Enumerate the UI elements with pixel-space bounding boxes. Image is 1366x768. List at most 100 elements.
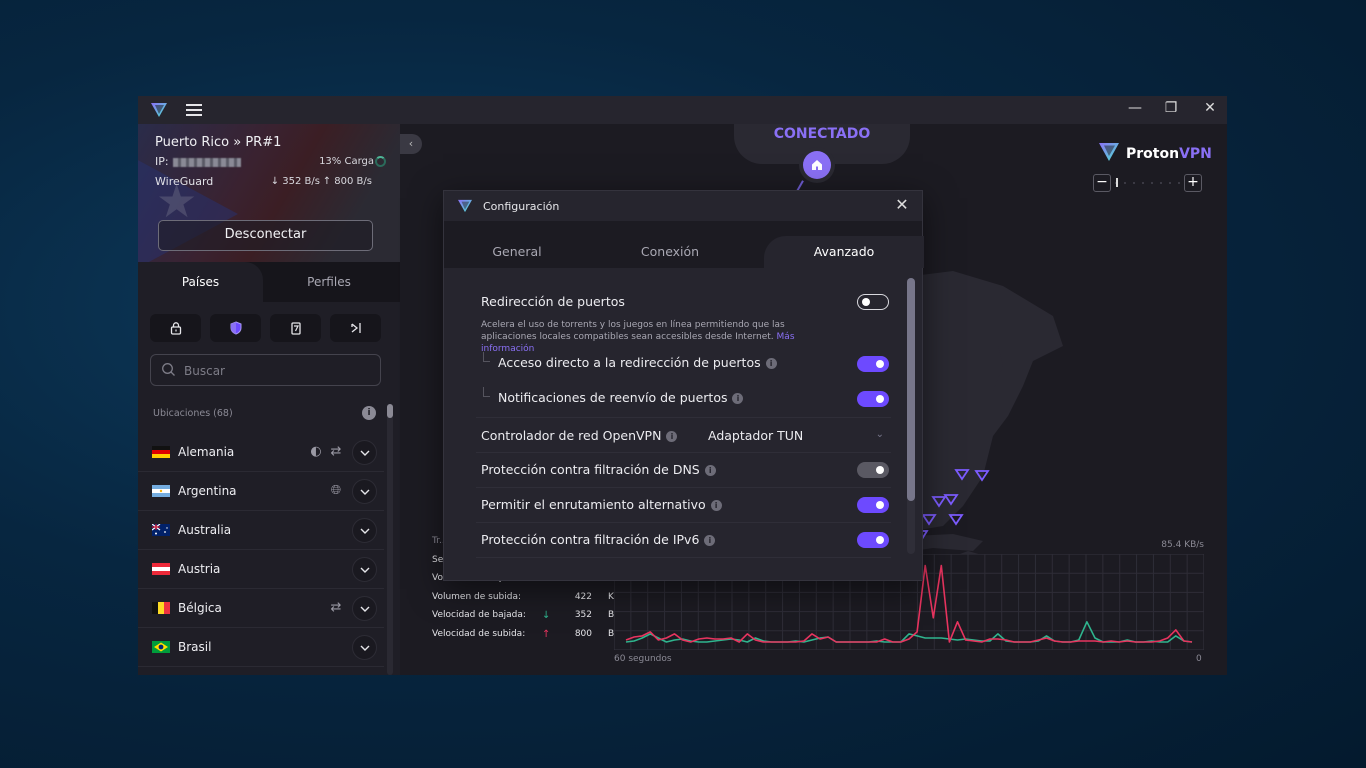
lock-icon <box>170 322 181 335</box>
port-forwarding-notifications-toggle[interactable] <box>857 391 889 407</box>
tor-icon <box>350 323 361 333</box>
country-row[interactable]: Australia <box>138 511 384 550</box>
feature-filters <box>150 314 382 342</box>
chart-xlabel-left: 60 segundos <box>614 654 672 664</box>
sidebar: ★ Puerto Rico » PR#1 IP: 13% Carga WireG… <box>138 124 400 675</box>
settings-scrollbar[interactable] <box>907 278 915 554</box>
country-row[interactable]: Alemania ◐ ⇄ <box>138 433 384 472</box>
info-icon[interactable]: i <box>765 358 777 369</box>
country-name: Bélgica <box>178 601 222 615</box>
country-row[interactable]: Argentina 🌐︎ <box>138 472 384 511</box>
tab-advanced[interactable]: Avanzado <box>764 236 924 268</box>
openvpn-driver-select[interactable]: Adaptador TUN ⌄ <box>708 423 888 449</box>
search-input[interactable]: Buscar <box>150 354 381 386</box>
info-icon[interactable]: i <box>666 431 678 442</box>
zoom-out-button[interactable]: − <box>1093 174 1111 192</box>
filter-tor-button[interactable] <box>330 314 381 342</box>
dialog-title: Configuración <box>483 200 560 213</box>
ip-redacted <box>172 157 241 167</box>
expand-chevron-icon[interactable] <box>352 557 377 582</box>
close-dialog-button[interactable]: ✕ <box>892 195 912 215</box>
server-name: Puerto Rico » PR#1 <box>155 135 282 150</box>
download-speed: ↓ 352 B/s <box>270 176 320 187</box>
setting-port-forwarding: Redirección de puertos Acelera el uso de… <box>476 282 891 354</box>
tab-general[interactable]: General <box>444 236 590 268</box>
map-zoom-control: − + <box>1093 174 1203 194</box>
zoom-level-marker[interactable] <box>1116 178 1118 187</box>
country-row[interactable]: Austria <box>138 550 384 589</box>
info-icon[interactable]: i <box>704 535 716 546</box>
country-row[interactable]: Brasil <box>138 628 384 667</box>
tab-connection[interactable]: Conexión <box>590 236 750 268</box>
close-window-button[interactable]: ✕ <box>1196 100 1224 120</box>
info-icon[interactable]: i <box>704 465 716 476</box>
protonvpn-brand: ProtonVPN <box>1098 142 1212 162</box>
select-value: Adaptador TUN <box>708 428 804 443</box>
zoom-track[interactable] <box>1115 182 1183 184</box>
flag-belgium-icon <box>152 602 170 614</box>
landmass-asia <box>913 271 1063 531</box>
expand-chevron-icon[interactable] <box>352 596 377 621</box>
info-icon[interactable]: i <box>362 406 376 420</box>
info-icon[interactable]: i <box>710 500 722 511</box>
chevron-down-icon: ⌄ <box>875 429 884 440</box>
disconnect-button[interactable]: Desconectar <box>158 220 373 251</box>
country-name: Alemania <box>178 445 235 459</box>
sidebar-scrollbar[interactable] <box>387 404 393 675</box>
setting-label: Redirección de puertos <box>481 294 625 309</box>
expand-chevron-icon[interactable] <box>352 635 377 660</box>
port-forwarding-shortcut-toggle[interactable] <box>857 356 889 372</box>
brand-vpn: VPN <box>1179 145 1212 162</box>
setting-ipv6-leak: Protección contra filtración de IPv6 i <box>476 523 891 558</box>
tab-countries[interactable]: Países <box>138 262 263 302</box>
protonvpn-logo-icon <box>457 198 473 217</box>
info-icon[interactable]: i <box>732 393 744 404</box>
expand-chevron-icon[interactable] <box>352 440 377 465</box>
setting-alt-routing: Permitir el enrutamiento alternativo i <box>476 488 891 523</box>
flag-germany-icon <box>152 446 170 458</box>
port-forwarding-toggle[interactable] <box>857 294 889 310</box>
setting-dns-leak: Protección contra filtración de DNS i <box>476 453 891 488</box>
alt-routing-toggle[interactable] <box>857 497 889 513</box>
country-name: Brasil <box>178 640 212 654</box>
scrollbar-thumb[interactable] <box>387 404 393 418</box>
stat-row: Volumen de subida:422KB <box>432 592 620 611</box>
protocol: WireGuard <box>155 175 214 188</box>
setting-port-forwarding-shortcut: Acceso directo a la redirección de puert… <box>476 348 891 383</box>
stat-label: Velocidad de bajada: <box>432 610 526 620</box>
setting-openvpn-driver: Controlador de red OpenVPN i Adaptador TU… <box>476 418 891 453</box>
ipv6-leak-toggle[interactable] <box>857 532 889 548</box>
sub-setting-connector <box>483 352 490 362</box>
arrow-up-icon: ↑ <box>542 628 551 640</box>
ip-address: IP: <box>155 155 241 168</box>
collapse-sidebar-button[interactable]: ‹ <box>400 134 422 154</box>
expand-chevron-icon[interactable] <box>352 479 377 504</box>
filter-secure-core-button[interactable] <box>150 314 201 342</box>
flag-brazil-icon <box>152 641 170 653</box>
brand-proton: Proton <box>1126 145 1180 162</box>
tab-profiles[interactable]: Perfiles <box>268 262 390 302</box>
zoom-in-button[interactable]: + <box>1184 174 1202 192</box>
hamburger-menu-icon[interactable] <box>186 102 202 116</box>
expand-chevron-icon[interactable] <box>352 518 377 543</box>
country-list: Alemania ◐ ⇄ Argentina 🌐︎ Australia Aust… <box>138 433 384 667</box>
tor-icon: ◐ <box>310 444 322 459</box>
country-name: Austria <box>178 562 221 576</box>
upload-speed: ↑ 800 B/s <box>322 176 372 187</box>
sub-setting-connector <box>483 387 490 397</box>
stat-value: 352 <box>574 610 592 620</box>
arrow-down-icon: ↓ <box>542 610 551 621</box>
stat-row: Velocidad de bajada:↓352B/s <box>432 610 622 629</box>
protonvpn-logo-icon <box>1099 143 1119 161</box>
title-bar: — ❐ ✕ <box>138 96 1227 124</box>
country-row[interactable]: Bélgica ⇄ <box>138 589 384 628</box>
filter-p2p-button[interactable] <box>270 314 321 342</box>
restore-button[interactable]: ❐ <box>1157 100 1185 120</box>
scrollbar-thumb[interactable] <box>907 278 915 501</box>
connection-panel: ★ Puerto Rico » PR#1 IP: 13% Carga WireG… <box>138 124 400 262</box>
connection-status: CONECTADO <box>773 126 871 142</box>
home-pin-icon[interactable] <box>803 151 831 179</box>
server-pin-icon[interactable] <box>948 514 964 526</box>
filter-netshield-button[interactable] <box>210 314 261 342</box>
minimize-button[interactable]: — <box>1121 100 1149 120</box>
